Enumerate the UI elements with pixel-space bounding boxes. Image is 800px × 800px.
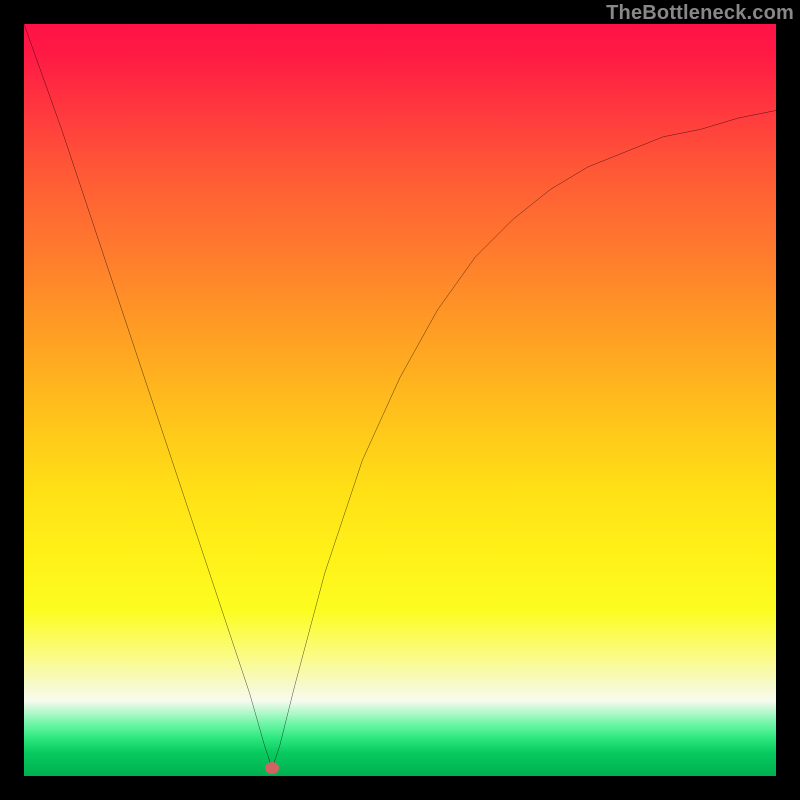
- minimum-marker: [265, 762, 279, 774]
- curve-path: [24, 24, 776, 768]
- watermark-text: TheBottleneck.com: [606, 2, 794, 25]
- plot-area: [24, 24, 776, 776]
- bottleneck-curve: [24, 24, 776, 776]
